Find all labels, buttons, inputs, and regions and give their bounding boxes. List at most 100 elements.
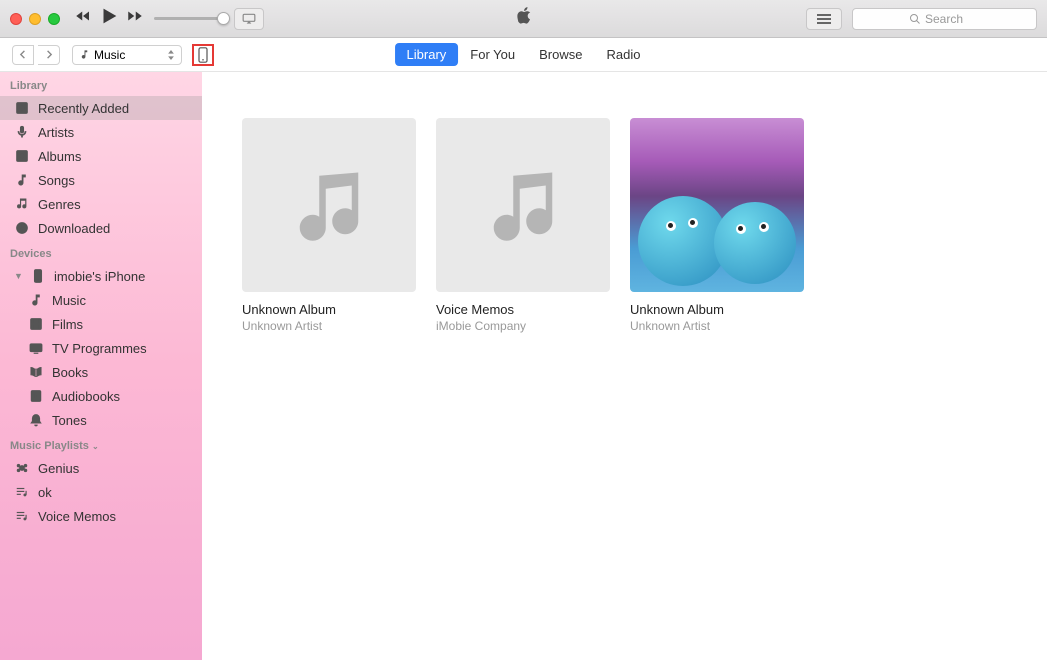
film-icon — [28, 316, 44, 332]
recently-added-icon — [14, 100, 30, 116]
album-card[interactable]: Unknown Album Unknown Artist — [630, 118, 804, 333]
sidebar-item-genres[interactable]: Genres — [0, 192, 202, 216]
sidebar-item-label: Music — [52, 293, 86, 308]
tab-browse[interactable]: Browse — [527, 43, 594, 66]
forward-button[interactable] — [38, 45, 60, 65]
sidebar-item-artists[interactable]: Artists — [0, 120, 202, 144]
volume-slider[interactable] — [154, 16, 224, 22]
sidebar-item-voice-memos[interactable]: Voice Memos — [0, 504, 202, 528]
sidebar-item-label: Genius — [38, 461, 79, 476]
nav-left: Music — [12, 44, 214, 66]
sidebar-item-label: ok — [38, 485, 52, 500]
album-title: Voice Memos — [436, 302, 610, 317]
sidebar-item-device-tones[interactable]: Tones — [0, 408, 202, 432]
search-icon — [909, 13, 921, 25]
sidebar-item-device-tv[interactable]: TV Programmes — [0, 336, 202, 360]
iphone-icon — [198, 47, 208, 63]
album-title: Unknown Album — [242, 302, 416, 317]
sidebar-item-label: Films — [52, 317, 83, 332]
chevron-down-icon: ⌄ — [92, 442, 99, 451]
music-note-icon — [28, 292, 44, 308]
airplay-button[interactable] — [234, 8, 264, 30]
sidebar-item-label: Books — [52, 365, 88, 380]
album-artist: iMobie Company — [436, 319, 610, 333]
titlebar — [0, 0, 1047, 38]
chevron-down-icon: ▼ — [14, 271, 22, 281]
sidebar-item-device-films[interactable]: Films — [0, 312, 202, 336]
sidebar-item-label: imobie's iPhone — [54, 269, 145, 284]
sidebar-item-label: Recently Added — [38, 101, 129, 116]
album-artist: Unknown Artist — [242, 319, 416, 333]
sidebar: Library Recently Added Artists Albums So… — [0, 72, 202, 660]
sidebar-header-devices: Devices — [0, 240, 202, 264]
navbar: Music Library For You Browse Radio — [0, 38, 1047, 72]
audiobook-icon — [28, 388, 44, 404]
sidebar-header-library: Library — [0, 72, 202, 96]
book-icon — [28, 364, 44, 380]
play-icon[interactable] — [98, 5, 120, 32]
minimize-window-button[interactable] — [29, 13, 41, 25]
apple-logo-icon — [515, 6, 533, 31]
tab-for-you[interactable]: For You — [458, 43, 527, 66]
album-card[interactable]: Unknown Album Unknown Artist — [242, 118, 416, 333]
device-button[interactable] — [192, 44, 214, 66]
sidebar-item-label: Albums — [38, 149, 81, 164]
music-note-icon — [14, 172, 30, 188]
sidebar-item-device-music[interactable]: Music — [0, 288, 202, 312]
album-icon — [14, 148, 30, 164]
tv-icon — [28, 340, 44, 356]
music-note-icon — [79, 49, 90, 60]
album-artist: Unknown Artist — [630, 319, 804, 333]
iphone-icon — [30, 268, 46, 284]
bell-icon — [28, 412, 44, 428]
media-selector-label: Music — [94, 48, 125, 62]
album-art-placeholder — [436, 118, 610, 292]
list-view-button[interactable] — [806, 8, 842, 30]
chevron-updown-icon — [167, 50, 175, 60]
download-icon — [14, 220, 30, 236]
tab-library[interactable]: Library — [395, 43, 459, 66]
sidebar-item-device[interactable]: ▼ imobie's iPhone — [0, 264, 202, 288]
sidebar-item-genius[interactable]: Genius — [0, 456, 202, 480]
sidebar-item-label: Downloaded — [38, 221, 110, 236]
titlebar-right — [806, 8, 1037, 30]
album-title: Unknown Album — [630, 302, 804, 317]
maximize-window-button[interactable] — [48, 13, 60, 25]
search-field[interactable] — [925, 12, 980, 26]
back-button[interactable] — [12, 45, 34, 65]
sidebar-item-songs[interactable]: Songs — [0, 168, 202, 192]
sidebar-item-device-audiobooks[interactable]: Audiobooks — [0, 384, 202, 408]
sidebar-item-recently-added[interactable]: Recently Added — [0, 96, 202, 120]
tab-radio[interactable]: Radio — [594, 43, 652, 66]
sidebar-item-device-books[interactable]: Books — [0, 360, 202, 384]
sidebar-header-playlists[interactable]: Music Playlists ⌄ — [0, 432, 202, 456]
close-window-button[interactable] — [10, 13, 22, 25]
sidebar-item-label: Genres — [38, 197, 81, 212]
body: Library Recently Added Artists Albums So… — [0, 72, 1047, 660]
sidebar-item-label: Voice Memos — [38, 509, 116, 524]
sidebar-item-label: Artists — [38, 125, 74, 140]
genius-icon — [14, 460, 30, 476]
forward-icon[interactable] — [126, 7, 144, 30]
music-note-icon — [484, 166, 562, 244]
main-content: Unknown Album Unknown Artist Voice Memos… — [202, 72, 1047, 660]
sidebar-item-label: Tones — [52, 413, 87, 428]
search-input[interactable] — [852, 8, 1037, 30]
sidebar-item-label: TV Programmes — [52, 341, 147, 356]
media-selector[interactable]: Music — [72, 45, 182, 65]
sidebar-item-label: Audiobooks — [52, 389, 120, 404]
album-art-placeholder — [242, 118, 416, 292]
sidebar-item-label: Songs — [38, 173, 75, 188]
sidebar-item-albums[interactable]: Albums — [0, 144, 202, 168]
playlist-icon — [14, 508, 30, 524]
album-card[interactable]: Voice Memos iMobie Company — [436, 118, 610, 333]
rewind-icon[interactable] — [74, 7, 92, 30]
sidebar-item-downloaded[interactable]: Downloaded — [0, 216, 202, 240]
music-note-icon — [290, 166, 368, 244]
genres-icon — [14, 196, 30, 212]
microphone-icon — [14, 124, 30, 140]
playlist-icon — [14, 484, 30, 500]
window-controls — [10, 13, 60, 25]
sidebar-item-ok[interactable]: ok — [0, 480, 202, 504]
album-art-image — [630, 118, 804, 292]
